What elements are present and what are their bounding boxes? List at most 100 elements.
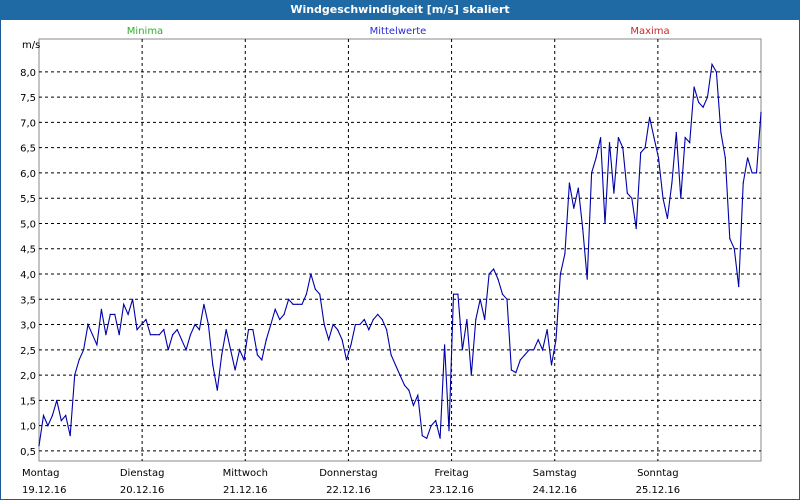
data-point (435, 420, 437, 422)
data-point (239, 349, 241, 351)
data-point (207, 323, 209, 326)
data-point (506, 298, 508, 300)
data-point (332, 323, 334, 326)
data-point (702, 106, 704, 108)
data-point (256, 354, 258, 356)
data-point (622, 147, 624, 149)
data-point (751, 172, 753, 174)
data-point (724, 157, 726, 159)
data-point (176, 329, 178, 331)
data-point (760, 111, 762, 113)
plot-area (38, 38, 762, 462)
data-point (198, 329, 200, 331)
data-point (283, 313, 285, 315)
y-tick-label: 0,5 (20, 447, 36, 458)
data-point (363, 318, 365, 321)
data-point (604, 222, 606, 225)
data-point (586, 278, 588, 280)
y-tick-label: 7,5 (20, 93, 36, 104)
data-point (78, 359, 80, 361)
legend-minima: Minima (127, 26, 163, 37)
data-point (301, 303, 303, 305)
data-point (546, 329, 548, 331)
data-point (479, 298, 481, 300)
data-point (421, 435, 423, 437)
y-tick-label: 2,0 (20, 371, 36, 382)
data-point (555, 339, 557, 341)
y-tick-label: 3,5 (20, 295, 36, 306)
data-point (577, 187, 579, 189)
data-point (390, 354, 392, 356)
data-point (359, 323, 361, 326)
data-point (738, 286, 740, 288)
x-tick-date-label: 24.12.16 (532, 485, 577, 496)
data-point (386, 329, 388, 331)
y-tick-label: 6,5 (20, 144, 36, 155)
data-point (662, 197, 664, 199)
data-point (484, 318, 486, 321)
y-tick-label: 3,0 (20, 321, 36, 332)
data-point (457, 293, 459, 295)
data-point (613, 192, 615, 194)
data-point (310, 273, 312, 275)
data-point (448, 430, 450, 432)
data-point (109, 313, 111, 315)
data-point (582, 227, 584, 230)
data-point (408, 389, 410, 391)
y-tick-label: 5,0 (20, 219, 36, 230)
data-point (234, 369, 236, 371)
data-point (292, 303, 294, 305)
data-point (689, 142, 691, 144)
data-point (439, 437, 441, 439)
data-point (600, 137, 602, 139)
data-point (550, 364, 553, 366)
data-point (368, 329, 370, 331)
data-point (163, 329, 165, 331)
data-point (715, 71, 718, 73)
data-point (412, 404, 414, 406)
data-point (118, 334, 120, 336)
data-point (149, 334, 151, 336)
data-point (657, 157, 660, 159)
data-point (595, 157, 597, 159)
data-point (461, 349, 463, 351)
data-point (698, 101, 700, 103)
data-point (319, 293, 321, 295)
data-point (56, 399, 58, 401)
y-tick-label: 2,5 (20, 346, 36, 357)
y-tick-label: 7,0 (20, 118, 36, 129)
data-point (145, 318, 147, 321)
data-point (649, 116, 651, 118)
data-point (114, 313, 116, 315)
data-point (230, 349, 232, 351)
data-point (519, 359, 521, 361)
data-point (247, 329, 250, 331)
data-point (729, 238, 731, 240)
data-point (123, 303, 125, 305)
data-point (733, 248, 735, 250)
y-tick-label: 6,0 (20, 169, 36, 180)
data-point (74, 374, 76, 376)
data-point (693, 86, 695, 88)
data-point (466, 318, 468, 321)
data-point (399, 374, 401, 376)
data-point (417, 394, 419, 396)
data-point (154, 334, 156, 336)
y-tick-label: 1,0 (20, 422, 36, 433)
x-tick-date-label: 23.12.16 (429, 485, 474, 496)
x-tick-date-label: 19.12.16 (22, 485, 67, 496)
data-point (225, 329, 227, 331)
data-point (127, 313, 129, 315)
x-tick-day-label: Montag (22, 468, 59, 479)
data-point (573, 207, 575, 209)
data-point (510, 369, 512, 371)
x-tick-day-label: Donnerstag (319, 468, 377, 479)
y-tick-label: 8,0 (20, 68, 36, 79)
data-point (350, 344, 352, 346)
data-point (328, 339, 330, 341)
data-point (452, 293, 455, 295)
chart-area: 0,5 1,0 1,5 2,0 2,5 3,0 3,5 4,0 4,5 5,0 5,5 6,0 6,5 7… (20, 26, 762, 496)
y-tick-label: 4,0 (20, 270, 36, 281)
data-point (675, 131, 677, 134)
y-tick-label: 1,5 (20, 396, 36, 407)
